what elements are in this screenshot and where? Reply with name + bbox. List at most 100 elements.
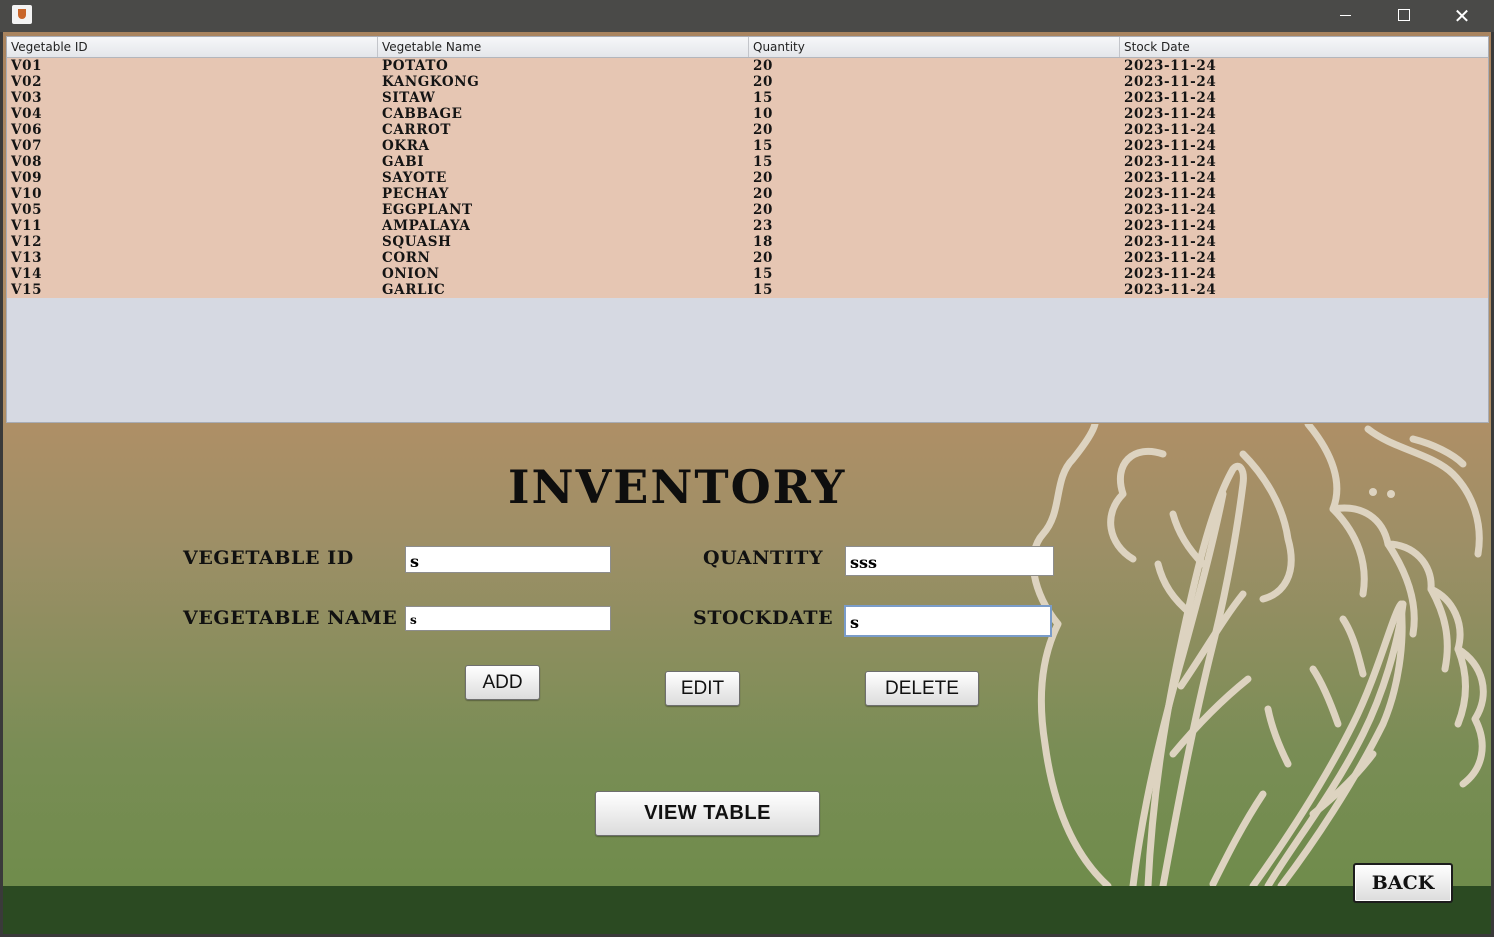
cell-vegetable-name: POTATO <box>382 58 449 74</box>
cell-vegetable-name: OKRA <box>382 138 430 154</box>
cell-vegetable-id: V01 <box>11 58 43 74</box>
cell-quantity: 15 <box>753 282 773 298</box>
maximize-icon <box>1398 9 1410 21</box>
cell-vegetable-id: V09 <box>11 170 43 186</box>
cell-vegetable-name: CORN <box>382 250 431 266</box>
cell-stock-date: 2023-11-24 <box>1124 234 1217 250</box>
cell-stock-date: 2023-11-24 <box>1124 106 1217 122</box>
cell-quantity: 20 <box>753 186 773 202</box>
cell-quantity: 20 <box>753 170 773 186</box>
cell-stock-date: 2023-11-24 <box>1124 58 1217 74</box>
cell-stock-date: 2023-11-24 <box>1124 186 1217 202</box>
cell-vegetable-id: V04 <box>11 106 43 122</box>
table-row[interactable]: V14 ONION 15 2023-11-24 <box>7 266 1488 282</box>
cell-vegetable-id: V03 <box>11 90 43 106</box>
table-row[interactable]: V01 POTATO 20 2023-11-24 <box>7 58 1488 74</box>
cell-vegetable-id: V11 <box>11 218 43 234</box>
cell-vegetable-id: V12 <box>11 234 43 250</box>
cell-quantity: 20 <box>753 58 773 74</box>
main-frame: Vegetable ID Vegetable Name Quantity Sto… <box>3 32 1491 934</box>
cell-vegetable-id: V13 <box>11 250 43 266</box>
cell-vegetable-id: V05 <box>11 202 43 218</box>
table-row[interactable]: V11 AMPALAYA 23 2023-11-24 <box>7 218 1488 234</box>
cell-vegetable-name: CARROT <box>382 122 452 138</box>
table-header: Vegetable ID Vegetable Name Quantity Sto… <box>7 37 1488 58</box>
cell-quantity: 23 <box>753 218 773 234</box>
column-header-vegetable-name[interactable]: Vegetable Name <box>378 37 749 57</box>
window-titlebar: ✕ <box>0 0 1494 32</box>
minimize-button[interactable] <box>1317 0 1375 32</box>
cell-quantity: 20 <box>753 202 773 218</box>
cell-stock-date: 2023-11-24 <box>1124 202 1217 218</box>
cell-vegetable-id: V02 <box>11 74 43 90</box>
table-row[interactable]: V03 SITAW 15 2023-11-24 <box>7 90 1488 106</box>
delete-button[interactable]: DELETE <box>865 671 979 706</box>
cell-stock-date: 2023-11-24 <box>1124 122 1217 138</box>
add-button[interactable]: ADD <box>465 665 540 700</box>
table-row[interactable]: V08 GABI 15 2023-11-24 <box>7 154 1488 170</box>
cell-vegetable-name: CABBAGE <box>382 106 463 122</box>
edit-button[interactable]: EDIT <box>665 671 740 706</box>
cell-quantity: 15 <box>753 90 773 106</box>
cell-quantity: 20 <box>753 74 773 90</box>
quantity-label: QUANTITY <box>703 547 824 569</box>
vegetable-name-field[interactable] <box>405 606 611 631</box>
cell-vegetable-name: PECHAY <box>382 186 449 202</box>
vegetable-name-label: VEGETABLE NAME <box>183 607 398 629</box>
cell-quantity: 15 <box>753 154 773 170</box>
cell-vegetable-name: ONION <box>382 266 440 282</box>
stockdate-field[interactable] <box>844 605 1052 637</box>
cell-quantity: 15 <box>753 266 773 282</box>
table-row[interactable]: V12 SQUASH 18 2023-11-24 <box>7 234 1488 250</box>
cell-vegetable-name: SITAW <box>382 90 436 106</box>
cell-vegetable-id: V06 <box>11 122 43 138</box>
java-app-icon <box>12 5 32 24</box>
cell-stock-date: 2023-11-24 <box>1124 170 1217 186</box>
cell-stock-date: 2023-11-24 <box>1124 90 1217 106</box>
cell-vegetable-id: V14 <box>11 266 43 282</box>
table-row[interactable]: V02 KANGKONG 20 2023-11-24 <box>7 74 1488 90</box>
close-icon: ✕ <box>1453 4 1471 28</box>
cell-stock-date: 2023-11-24 <box>1124 138 1217 154</box>
cell-vegetable-name: KANGKONG <box>382 74 480 90</box>
cell-stock-date: 2023-11-24 <box>1124 250 1217 266</box>
column-header-stock-date[interactable]: Stock Date <box>1120 37 1488 57</box>
cell-quantity: 18 <box>753 234 773 250</box>
cell-vegetable-id: V07 <box>11 138 43 154</box>
cell-quantity: 15 <box>753 138 773 154</box>
table-row[interactable]: V04 CABBAGE 10 2023-11-24 <box>7 106 1488 122</box>
table-row[interactable]: V09 SAYOTE 20 2023-11-24 <box>7 170 1488 186</box>
close-button[interactable]: ✕ <box>1433 0 1491 32</box>
cell-quantity: 10 <box>753 106 773 122</box>
vegetable-id-field[interactable] <box>405 546 611 573</box>
cell-vegetable-name: GARLIC <box>382 282 446 298</box>
cell-vegetable-id: V08 <box>11 154 43 170</box>
table-row[interactable]: V13 CORN 20 2023-11-24 <box>7 250 1488 266</box>
cell-quantity: 20 <box>753 122 773 138</box>
column-header-vegetable-id[interactable]: Vegetable ID <box>7 37 378 57</box>
table-row[interactable]: V15 GARLIC 15 2023-11-24 <box>7 282 1488 298</box>
view-table-button[interactable]: VIEW TABLE <box>595 791 820 836</box>
minimize-icon <box>1340 15 1351 16</box>
table-row[interactable]: V05 EGGPLANT 20 2023-11-24 <box>7 202 1488 218</box>
page-title: INVENTORY <box>508 460 847 514</box>
cell-stock-date: 2023-11-24 <box>1124 282 1217 298</box>
cell-vegetable-name: EGGPLANT <box>382 202 473 218</box>
cell-stock-date: 2023-11-24 <box>1124 74 1217 90</box>
cell-vegetable-name: SQUASH <box>382 234 452 250</box>
maximize-button[interactable] <box>1375 0 1433 32</box>
cell-quantity: 20 <box>753 250 773 266</box>
lettuce-illustration <box>1029 424 1487 886</box>
table-row[interactable]: V07 OKRA 15 2023-11-24 <box>7 138 1488 154</box>
inventory-table[interactable]: Vegetable ID Vegetable Name Quantity Sto… <box>6 36 1489 423</box>
vegetable-id-label: VEGETABLE ID <box>183 547 354 569</box>
table-row[interactable]: V06 CARROT 20 2023-11-24 <box>7 122 1488 138</box>
table-row[interactable]: V10 PECHAY 20 2023-11-24 <box>7 186 1488 202</box>
cell-stock-date: 2023-11-24 <box>1124 266 1217 282</box>
cell-stock-date: 2023-11-24 <box>1124 218 1217 234</box>
quantity-field[interactable] <box>845 546 1054 576</box>
table-body: V01 POTATO 20 2023-11-24 V02 KANGKONG 20 2023-1… <box>7 58 1488 298</box>
back-button[interactable]: BACK <box>1353 863 1453 903</box>
column-header-quantity[interactable]: Quantity <box>749 37 1120 57</box>
cell-vegetable-name: AMPALAYA <box>382 218 471 234</box>
